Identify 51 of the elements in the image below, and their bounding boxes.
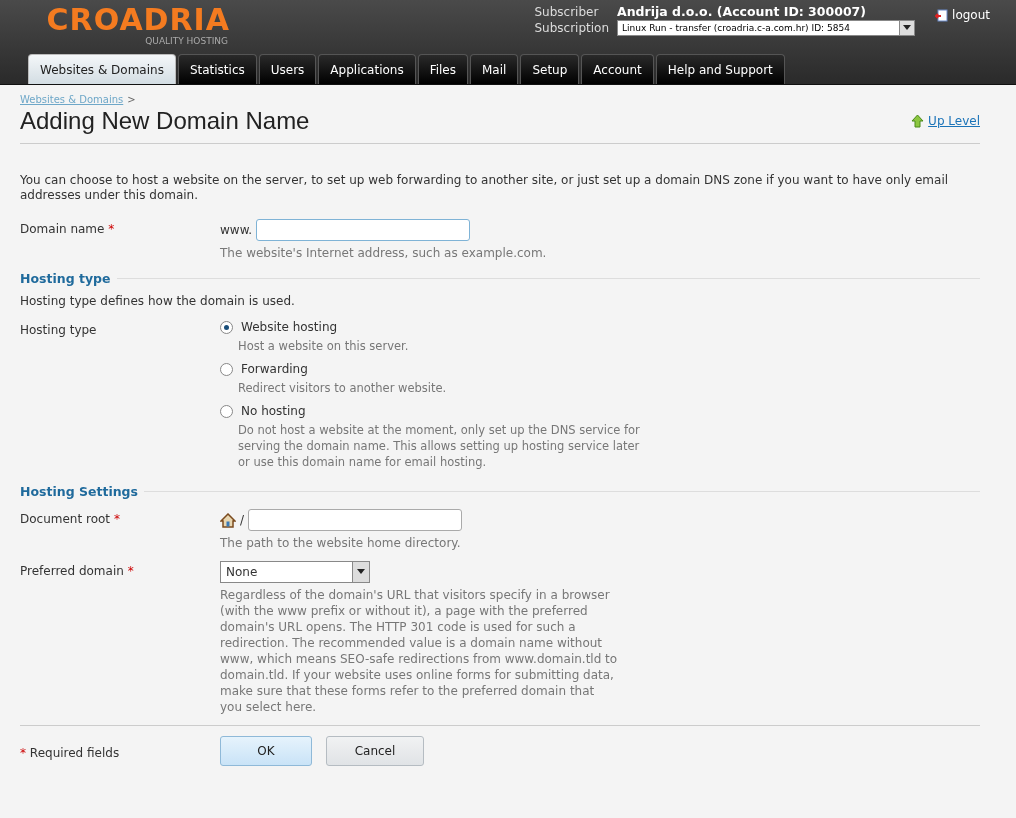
up-level-link[interactable]: Up Level xyxy=(911,114,980,128)
radio-button[interactable] xyxy=(220,404,233,418)
field-label: Document root * xyxy=(20,511,121,528)
home-icon xyxy=(220,512,236,528)
path-separator: / xyxy=(240,513,245,527)
section-description: Hosting type defines how the domain is used. xyxy=(20,294,296,308)
subscription-label: Subscription xyxy=(534,21,610,35)
subscriber-name: Andrija d.o.o. (Account ID: 300007) xyxy=(617,4,867,19)
section-title: Hosting type xyxy=(20,271,111,286)
required-note: * Required fields xyxy=(20,744,121,760)
hint-text: Regardless of the domain's URL that visitors specify in a browser (with the www prefix or without it), a page with the preferred domain's URL opens. The HTTP 301 code is used for such a redirection. The recommended value is a domain name without www, which means SEO-safe redirections from www.domain.tld to domain.tld. If your website uses online forms for submitting data, make sure that these forms refer to the preferred domain that you select here. xyxy=(220,587,619,715)
hint-text: Redirect visitors to another website. xyxy=(238,380,448,396)
option-label: Website hosting xyxy=(241,320,338,334)
logo: CROADRIA QUALITY HOSTING xyxy=(45,4,230,46)
form-button[interactable]: OK xyxy=(220,736,312,766)
radio-button[interactable] xyxy=(220,362,233,376)
section-title: Hosting Settings xyxy=(20,484,138,499)
hint-text: Host a website on this server. xyxy=(238,338,410,354)
page-title: Adding New Domain Name xyxy=(20,107,310,135)
intro-text: You can choose to host a website on the server, to set up web forwarding to another site, or just set up a domain DNS zone if you want to have only email addresses under this domain. xyxy=(20,173,950,203)
dropdown[interactable]: None xyxy=(220,561,370,583)
input-field[interactable] xyxy=(256,219,471,241)
option-label: No hosting xyxy=(241,404,306,418)
hint-text: The website's Internet address, such as example.com. xyxy=(220,245,548,261)
form-button[interactable]: Cancel xyxy=(326,736,424,766)
nav-tab[interactable]: Setup xyxy=(520,54,580,84)
input-field[interactable] xyxy=(248,509,463,531)
logout-icon xyxy=(935,8,949,22)
hint-text: Do not host a website at the moment, only set up the DNS service for serving the domain name. This allows setting up hosting service later or use this domain name for email hosting. xyxy=(238,422,641,470)
hint-text: The path to the website home directory. xyxy=(220,535,462,551)
nav-tab[interactable]: Applications xyxy=(318,54,416,84)
prefix-text: www. xyxy=(220,223,253,237)
nav-tab[interactable]: Websites & Domains xyxy=(28,54,176,84)
nav-tab[interactable]: Account xyxy=(581,54,654,84)
option-label: Forwarding xyxy=(241,362,308,376)
field-label: Preferred domain * xyxy=(20,563,135,580)
radio-button[interactable] xyxy=(220,320,233,334)
caret-icon xyxy=(357,569,365,575)
field-label: Hosting type xyxy=(20,322,98,339)
nav-tab[interactable]: Mail xyxy=(470,54,519,84)
subscription-dropdown[interactable]: Linux Run - transfer (croadria.c-a.com.hr) ID: 5854 xyxy=(617,20,916,36)
nav-tab[interactable]: Statistics xyxy=(177,54,257,84)
nav-tab[interactable]: Help and Support xyxy=(655,54,785,84)
nav-tab[interactable]: Files xyxy=(417,54,468,84)
caret-icon xyxy=(903,25,912,31)
field-label: Domain name * xyxy=(20,221,116,238)
logout-link[interactable]: logout xyxy=(935,8,990,22)
up-arrow-icon xyxy=(911,114,925,128)
subscriber-label: Subscriber xyxy=(534,4,600,19)
nav-tab[interactable]: Users xyxy=(258,54,317,84)
breadcrumb-separator: > xyxy=(127,94,136,105)
